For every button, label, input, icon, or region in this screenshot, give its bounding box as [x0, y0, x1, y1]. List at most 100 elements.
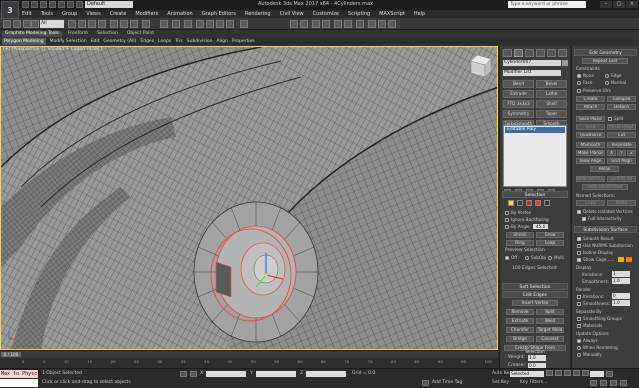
keyboard-shortcut-icon[interactable] — [184, 20, 192, 28]
go-to-end-icon[interactable] — [582, 370, 589, 376]
curve-editor-icon[interactable] — [334, 20, 342, 28]
open-icon[interactable] — [31, 1, 38, 8]
undo-icon[interactable] — [3, 20, 11, 28]
quickslice-button[interactable]: QuickSlice — [576, 132, 605, 138]
polygon-mode-icon[interactable] — [535, 200, 541, 206]
render-smoothness-field[interactable]: 1.0 — [612, 300, 630, 306]
ribbon-toggle-icon[interactable] — [322, 20, 330, 28]
iterations-field[interactable]: 1 — [612, 271, 630, 277]
weld-button[interactable]: Weld — [536, 318, 564, 324]
render-iterations-field[interactable]: 0 — [612, 293, 630, 299]
go-to-start-icon[interactable] — [546, 370, 553, 376]
panel-subdivision[interactable]: Subdivision — [187, 38, 213, 45]
panel-tris[interactable]: Tris — [175, 38, 183, 45]
y-coordinate-field[interactable] — [256, 371, 296, 377]
planar-z-button[interactable]: Z — [627, 150, 636, 156]
by-vertex-checkbox[interactable]: By Vertex — [505, 210, 531, 215]
x-coordinate-field[interactable] — [206, 371, 246, 377]
scale-icon[interactable] — [130, 20, 138, 28]
menu-group[interactable]: Group — [62, 11, 77, 17]
orbit-icon[interactable] — [600, 380, 607, 386]
manipulate-icon[interactable] — [172, 20, 180, 28]
minimize-button[interactable]: – — [600, 1, 612, 8]
create-shape-button[interactable]: Create Shape From Selection — [504, 345, 566, 354]
cage-selection-color-swatch[interactable] — [626, 257, 632, 262]
motion-tab-icon[interactable] — [536, 49, 545, 57]
smoothing-groups-checkbox[interactable]: Smoothing Groups — [577, 316, 622, 321]
selection-rollout-header[interactable]: Selection — [502, 191, 568, 198]
tab-selection[interactable]: Selection — [94, 31, 121, 37]
current-frame-field[interactable] — [590, 371, 604, 377]
constraint-edge-radio[interactable]: Edge — [605, 73, 622, 78]
render-setup-icon[interactable] — [368, 20, 376, 28]
preview-off-radio[interactable]: Off — [505, 255, 517, 260]
menu-edit[interactable]: Edit — [22, 11, 32, 17]
perspective-viewport[interactable] — [0, 46, 498, 350]
collapse-button[interactable]: Collapse — [607, 96, 636, 102]
ignore-backfacing-checkbox[interactable]: Ignore Backfacing — [505, 217, 549, 222]
isoline-display-checkbox[interactable]: Isoline Display — [577, 250, 613, 255]
rotate-icon[interactable] — [120, 20, 128, 28]
maximize-button[interactable]: □ — [613, 1, 625, 8]
rendered-frame-icon[interactable] — [378, 20, 386, 28]
update-always-radio[interactable]: Always — [577, 338, 598, 343]
viewport-label[interactable]: [+] [Perspective ] [ Shaded + Edged Face… — [3, 47, 102, 52]
menu-customize[interactable]: Customize — [313, 11, 339, 17]
hierarchy-tab-icon[interactable] — [525, 49, 534, 57]
selection-filter-dropdown[interactable]: All — [40, 20, 64, 28]
border-mode-icon[interactable] — [526, 200, 532, 206]
menu-rendering[interactable]: Rendering — [245, 11, 271, 17]
slice-button[interactable]: Slice — [576, 124, 605, 130]
edge-mode-icon[interactable] — [517, 200, 523, 206]
mirror-icon[interactable] — [290, 20, 298, 28]
key-filters-button[interactable]: Key Filters... — [520, 380, 547, 385]
menu-civil-view[interactable]: Civil View — [280, 11, 304, 17]
panel-geometry-all[interactable]: Geometry (All) — [103, 38, 136, 45]
modifier-list-dropdown[interactable]: Modifier List — [503, 70, 561, 76]
grid-align-button[interactable]: Grid Align — [607, 158, 636, 164]
create-button[interactable]: Create — [576, 96, 605, 102]
close-button[interactable]: × — [626, 1, 638, 8]
panel-align[interactable]: Align — [217, 38, 228, 45]
time-tag-icon[interactable] — [422, 380, 429, 386]
menu-scripting[interactable]: Scripting — [348, 11, 370, 17]
utilities-tab-icon[interactable] — [558, 49, 567, 57]
repeat-last-button[interactable]: Repeat Last — [582, 58, 628, 64]
unhide-all-button[interactable]: Unhide All — [607, 176, 636, 182]
shell-button[interactable]: Shell — [536, 100, 567, 108]
materials-checkbox[interactable]: Materials — [577, 323, 602, 328]
preserve-uvs-checkbox[interactable]: Preserve UVs — [577, 88, 611, 93]
ring-button[interactable]: Ring — [506, 240, 534, 246]
app-logo-icon[interactable]: 3 — [1, 1, 19, 19]
window-crossing-icon[interactable] — [98, 20, 106, 28]
lock-selection-icon[interactable] — [180, 371, 187, 377]
bridge-button[interactable]: Bridge — [506, 336, 534, 342]
menu-tools[interactable]: Tools — [41, 11, 53, 17]
pan-icon[interactable] — [610, 380, 617, 386]
redo-icon[interactable] — [58, 1, 65, 8]
target-weld-button[interactable]: Target Weld — [536, 327, 564, 333]
shrink-button[interactable]: Shrink — [506, 232, 534, 238]
chamfer-button[interactable]: Chamfer — [506, 327, 534, 333]
stack-item-editable-poly[interactable]: Editable Poly — [505, 127, 565, 133]
play-icon[interactable] — [564, 370, 571, 376]
maxscript-output[interactable] — [0, 379, 38, 387]
angle-field[interactable]: 45.0 — [533, 224, 549, 229]
time-slider-thumb[interactable]: 0 / 100 — [1, 352, 21, 357]
element-mode-icon[interactable] — [544, 200, 550, 206]
menu-help[interactable]: Help — [414, 11, 425, 17]
delete-isolated-checkbox[interactable]: Delete Isolated Vertices — [577, 209, 633, 214]
subdivision-rollout-header[interactable]: Subdivision Surface — [574, 226, 637, 233]
link-icon[interactable] — [23, 20, 31, 28]
rect-selection-icon[interactable] — [88, 20, 96, 28]
smooth-result-checkbox[interactable]: Smooth Result — [577, 236, 613, 241]
panel-polygon-modeling[interactable]: Polygon Modeling — [2, 38, 46, 45]
make-planar-button[interactable]: Make Planar — [576, 150, 605, 156]
extrude-button[interactable]: Extrude — [503, 90, 534, 98]
undo-icon[interactable] — [49, 1, 56, 8]
object-name-field[interactable]: Cylinder007 — [503, 60, 561, 66]
tab-object-paint[interactable]: Object Paint — [124, 31, 157, 37]
render-iterations-checkbox[interactable]: Iterations: — [577, 294, 604, 299]
detach-button[interactable]: Detach — [607, 104, 636, 110]
align-icon[interactable] — [300, 20, 308, 28]
